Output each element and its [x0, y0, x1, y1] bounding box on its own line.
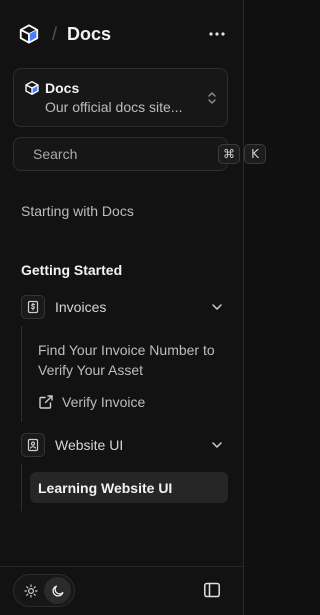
- sidebar-panel-icon[interactable]: [200, 578, 224, 602]
- nav-item-find-invoice-number[interactable]: Find Your Invoice Number to Verify Your …: [38, 340, 218, 380]
- project-name: Docs: [45, 80, 80, 96]
- search-box[interactable]: ⌘ K: [13, 137, 266, 171]
- footer-divider: [0, 566, 244, 567]
- sun-icon[interactable]: [17, 577, 44, 604]
- id-card-icon: [21, 433, 45, 457]
- more-horizontal-icon[interactable]: [204, 21, 230, 47]
- cube-logo-icon[interactable]: [18, 23, 40, 45]
- section-title: Getting Started: [21, 262, 123, 278]
- search-input[interactable]: [33, 146, 214, 162]
- nav-group-invoices[interactable]: Invoices: [21, 293, 228, 321]
- docs-sidebar: / Docs Docs Our official docs site... ⌘ …: [0, 0, 266, 615]
- external-link-icon: [39, 395, 53, 409]
- nav-item-verify-invoice[interactable]: Verify Invoice: [38, 392, 145, 412]
- moon-icon[interactable]: [44, 577, 71, 604]
- dollar-file-icon: [21, 295, 45, 319]
- tree-guide-line: [21, 464, 22, 511]
- tree-guide-line: [21, 326, 22, 422]
- chevron-down-icon[interactable]: [210, 438, 224, 452]
- breadcrumb-separator: /: [52, 23, 58, 44]
- nav-item-label: Verify Invoice: [62, 394, 146, 410]
- sidebar-header: / Docs: [0, 0, 244, 68]
- chevrons-up-down-icon: [208, 92, 216, 104]
- nav-group-label: Website UI: [55, 437, 124, 453]
- shortcut-key-cmd: ⌘: [218, 144, 240, 164]
- chevron-down-icon[interactable]: [210, 300, 224, 314]
- cube-project-icon: [25, 81, 39, 95]
- nav-group-label: Invoices: [55, 299, 107, 315]
- theme-switcher: [13, 574, 75, 607]
- nav-link-starting-with-docs[interactable]: Starting with Docs: [21, 203, 134, 219]
- nav-group-website-ui[interactable]: Website UI: [21, 431, 228, 459]
- project-description: Our official docs site...: [45, 99, 183, 115]
- shortcut-key-k: K: [244, 144, 266, 164]
- nav-item-learning-website-ui[interactable]: Learning Website UI: [30, 472, 228, 503]
- page-title: Docs: [67, 23, 112, 44]
- project-selector[interactable]: Docs Our official docs site...: [13, 68, 228, 127]
